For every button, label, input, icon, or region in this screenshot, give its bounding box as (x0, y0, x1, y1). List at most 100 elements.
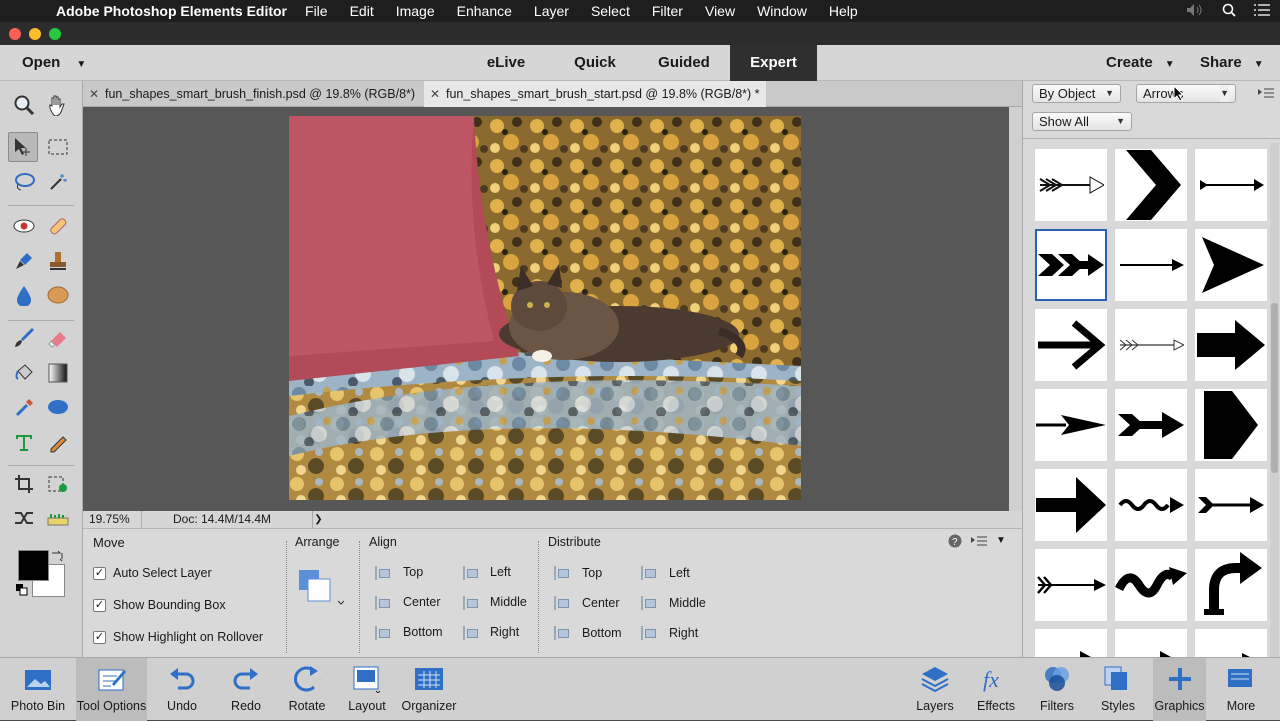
distribute-right-label[interactable]: Right (669, 626, 698, 640)
blur-tool-icon[interactable] (9, 280, 39, 310)
clone-stamp-icon[interactable] (43, 246, 73, 276)
close-icon[interactable]: ✕ (89, 81, 99, 107)
menu-layer[interactable]: Layer (534, 3, 569, 19)
lasso-tool-icon[interactable] (9, 167, 39, 197)
distribute-bottom-label[interactable]: Bottom (582, 626, 622, 640)
zoom-window-button[interactable] (49, 28, 61, 40)
scrollbar-thumb[interactable] (1271, 303, 1278, 473)
more-button[interactable]: More (1216, 658, 1266, 721)
align-top-label[interactable]: Top (403, 565, 423, 579)
graphics-button[interactable]: Graphics (1153, 658, 1206, 721)
align-middle-label[interactable]: Middle (490, 595, 527, 609)
shape-arrow-curved-3[interactable] (1195, 629, 1267, 657)
quick-selection-icon[interactable] (43, 167, 73, 197)
shape-arrow-pentagon[interactable] (1195, 389, 1267, 461)
recompose-tool-icon[interactable] (43, 469, 73, 499)
shape-arrow-dart[interactable] (1035, 389, 1107, 461)
menu-window[interactable]: Window (757, 3, 807, 19)
menu-image[interactable]: Image (396, 3, 435, 19)
open-button[interactable]: Open ▼ (22, 54, 86, 71)
share-button[interactable]: Share ▼ (1200, 54, 1264, 71)
document-photo[interactable] (289, 116, 801, 500)
shape-arrow-fletched[interactable] (1195, 469, 1267, 541)
rectangular-marquee-icon[interactable] (43, 132, 73, 162)
sponge-tool-icon[interactable] (43, 280, 73, 310)
minimize-window-button[interactable] (29, 28, 41, 40)
shape-arrow-thin[interactable] (1195, 149, 1267, 221)
status-menu-arrow-icon[interactable]: ❯ (312, 511, 324, 528)
content-aware-move-icon[interactable] (9, 503, 39, 533)
zoom-tool-icon[interactable] (9, 90, 39, 120)
arrange-icon[interactable] (298, 569, 345, 612)
menu-select[interactable]: Select (591, 3, 630, 19)
app-name[interactable]: Adobe Photoshop Elements Editor (56, 3, 287, 19)
align-left-label[interactable]: Left (490, 565, 511, 579)
red-eye-icon[interactable] (9, 211, 39, 241)
shape-arrow-u-turn[interactable] (1195, 549, 1267, 621)
effects-button[interactable]: fx Effects (972, 658, 1020, 721)
eyedropper-icon[interactable] (9, 392, 39, 422)
canvas-vertical-scrollbar[interactable] (1009, 107, 1022, 511)
menu-help[interactable]: Help (829, 3, 858, 19)
align-center-label[interactable]: Center (403, 595, 441, 609)
mode-guided[interactable]: Guided (650, 45, 718, 81)
tab-finish-doc[interactable]: ✕ fun_shapes_smart_brush_finish.psd @ 19.… (83, 81, 421, 107)
foreground-color-swatch[interactable] (18, 550, 49, 581)
collapse-chevron-icon[interactable]: ▼ (996, 535, 1006, 546)
show-bounding-box-checkbox[interactable]: ✓ (93, 599, 106, 612)
menu-edit[interactable]: Edit (350, 3, 374, 19)
shape-arrow-double-barb[interactable] (1035, 229, 1107, 301)
crop-tool-icon[interactable] (9, 469, 39, 499)
align-middle-icon[interactable] (463, 596, 479, 610)
panel-menu-icon[interactable] (971, 535, 987, 550)
distribute-center-label[interactable]: Center (582, 596, 620, 610)
organizer-button[interactable]: Organizer (399, 658, 459, 721)
distribute-top-label[interactable]: Top (582, 566, 602, 580)
align-left-icon[interactable] (463, 566, 479, 580)
align-center-icon[interactable] (375, 596, 391, 610)
smart-brush-icon[interactable] (9, 246, 39, 276)
menu-filter[interactable]: Filter (652, 3, 683, 19)
filters-button[interactable]: Filters (1034, 658, 1080, 721)
spot-healing-icon[interactable] (43, 211, 73, 241)
close-window-button[interactable] (9, 28, 21, 40)
shape-arrow-plain[interactable] (1115, 229, 1187, 301)
auto-select-layer-checkbox[interactable]: ✓ (93, 567, 106, 580)
show-highlight-checkbox[interactable]: ✓ (93, 631, 106, 644)
eraser-tool-icon[interactable] (43, 323, 73, 353)
styles-button[interactable]: Styles (1095, 658, 1141, 721)
volume-icon[interactable] (1186, 3, 1204, 20)
move-tool-icon[interactable] (8, 132, 38, 162)
align-right-icon[interactable] (463, 626, 479, 640)
undo-button[interactable]: Undo (160, 658, 204, 721)
menu-enhance[interactable]: Enhance (457, 3, 512, 19)
mode-elive[interactable]: eLive (472, 45, 540, 81)
distribute-left-icon[interactable] (641, 566, 657, 580)
distribute-left-label[interactable]: Left (669, 566, 690, 580)
help-icon[interactable]: ? (948, 534, 962, 551)
redo-button[interactable]: Redo (224, 658, 268, 721)
straighten-tool-icon[interactable] (43, 503, 73, 533)
menu-view[interactable]: View (705, 3, 735, 19)
shape-arrow-notched[interactable] (1115, 389, 1187, 461)
menu-file[interactable]: File (305, 3, 328, 19)
tool-options-button[interactable]: Tool Options (76, 658, 147, 721)
mode-quick[interactable]: Quick (562, 45, 628, 81)
layout-button[interactable]: Layout (345, 658, 389, 721)
shape-arrow-feathered-small[interactable] (1115, 309, 1187, 381)
gradient-tool-icon[interactable] (43, 358, 73, 388)
shapes-scrollbar[interactable] (1270, 143, 1279, 657)
category-dropdown[interactable]: Arrows ▼ (1136, 84, 1236, 103)
distribute-center-icon[interactable] (554, 596, 570, 610)
distribute-middle-label[interactable]: Middle (669, 596, 706, 610)
panel-options-icon[interactable] (1258, 87, 1274, 102)
shape-arrow-triangle[interactable] (1195, 229, 1267, 301)
hand-tool-icon[interactable] (43, 90, 73, 120)
spotlight-search-icon[interactable] (1222, 3, 1236, 20)
shape-arrow-curved-2[interactable] (1115, 629, 1187, 657)
shape-arrow-bold[interactable] (1035, 469, 1107, 541)
create-button[interactable]: Create ▼ (1106, 54, 1175, 71)
close-icon[interactable]: ✕ (430, 81, 440, 107)
layers-button[interactable]: Layers (912, 658, 958, 721)
shape-arrow-curved-1[interactable] (1035, 629, 1107, 657)
